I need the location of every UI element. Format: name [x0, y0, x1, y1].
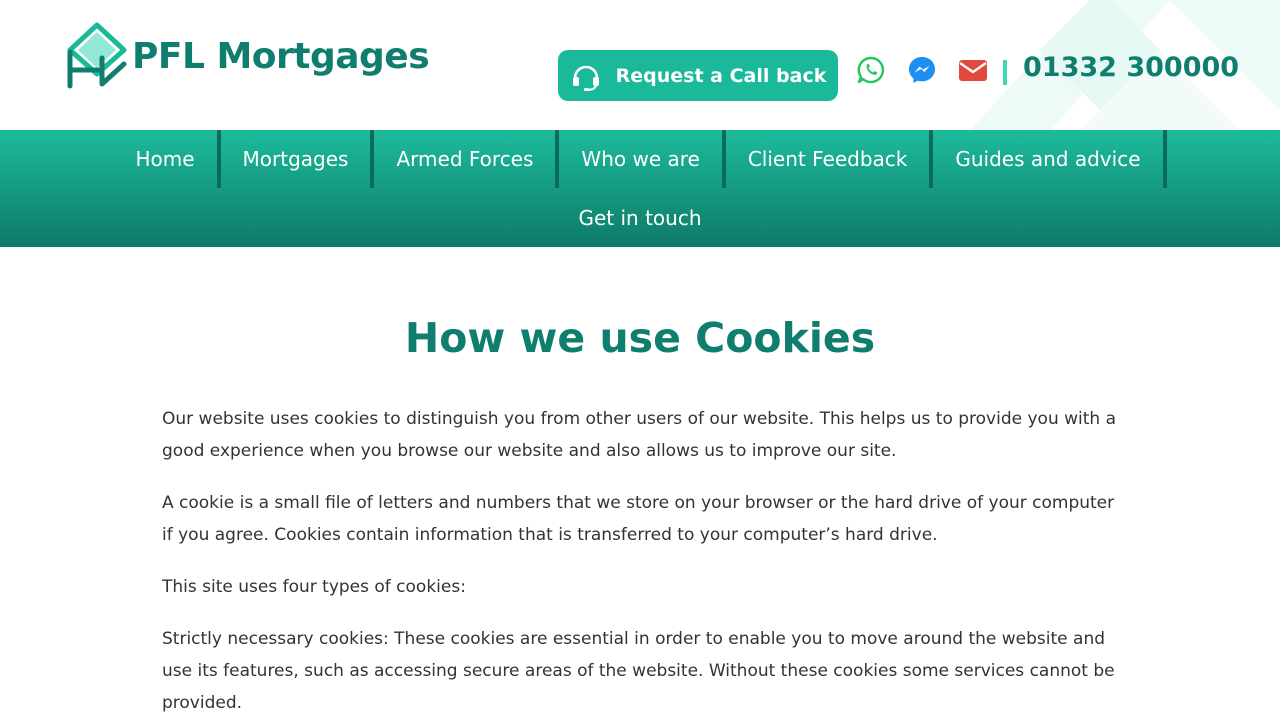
whatsapp-icon[interactable]	[856, 55, 886, 85]
paragraph: Our website uses cookies to distinguish …	[162, 409, 1117, 461]
nav-item-guides-and-advice[interactable]: Guides and advice	[933, 130, 1162, 188]
contact-icons	[856, 55, 1009, 85]
paragraph: This site uses four types of cookies:	[162, 577, 466, 597]
nav-row: Home Mortgages Armed Forces Who we are C…	[0, 130, 1280, 188]
nav-item-armed-forces[interactable]: Armed Forces	[374, 130, 555, 188]
paragraph: Strictly necessary cookies: These cookie…	[162, 629, 1115, 713]
house-logo-icon	[67, 22, 127, 89]
nav-item-mortgages[interactable]: Mortgages	[221, 130, 371, 188]
phone-divider	[1003, 60, 1007, 85]
nav-item-get-in-touch[interactable]: Get in touch	[556, 188, 723, 247]
page-title: How we use Cookies	[404, 314, 876, 362]
request-callback-button[interactable]: Request a Call back	[558, 50, 838, 101]
main-content: How we use Cookies Our website uses cook…	[162, 247, 1118, 719]
envelope-icon[interactable]	[958, 55, 988, 85]
site-logo[interactable]: PFL Mortgages	[66, 22, 430, 90]
nav-item-home[interactable]: Home	[113, 130, 216, 188]
main-navigation: Home Mortgages Armed Forces Who we are C…	[0, 130, 1280, 247]
phone-number[interactable]: 01332 300000	[1023, 52, 1239, 83]
nav-item-who-we-are[interactable]: Who we are	[559, 130, 721, 188]
paragraph: A cookie is a small file of letters and …	[162, 493, 1115, 545]
headset-icon	[572, 65, 599, 91]
nav-row: Get in touch	[0, 188, 1280, 247]
logo-text: PFL Mortgages	[132, 35, 430, 77]
nav-item-client-feedback[interactable]: Client Feedback	[726, 130, 930, 188]
callback-label: Request a Call back	[615, 64, 827, 87]
site-header: PFL Mortgages Request a Call back 01332 …	[0, 0, 1280, 130]
messenger-icon[interactable]	[907, 55, 937, 85]
nav-divider	[1162, 130, 1167, 188]
